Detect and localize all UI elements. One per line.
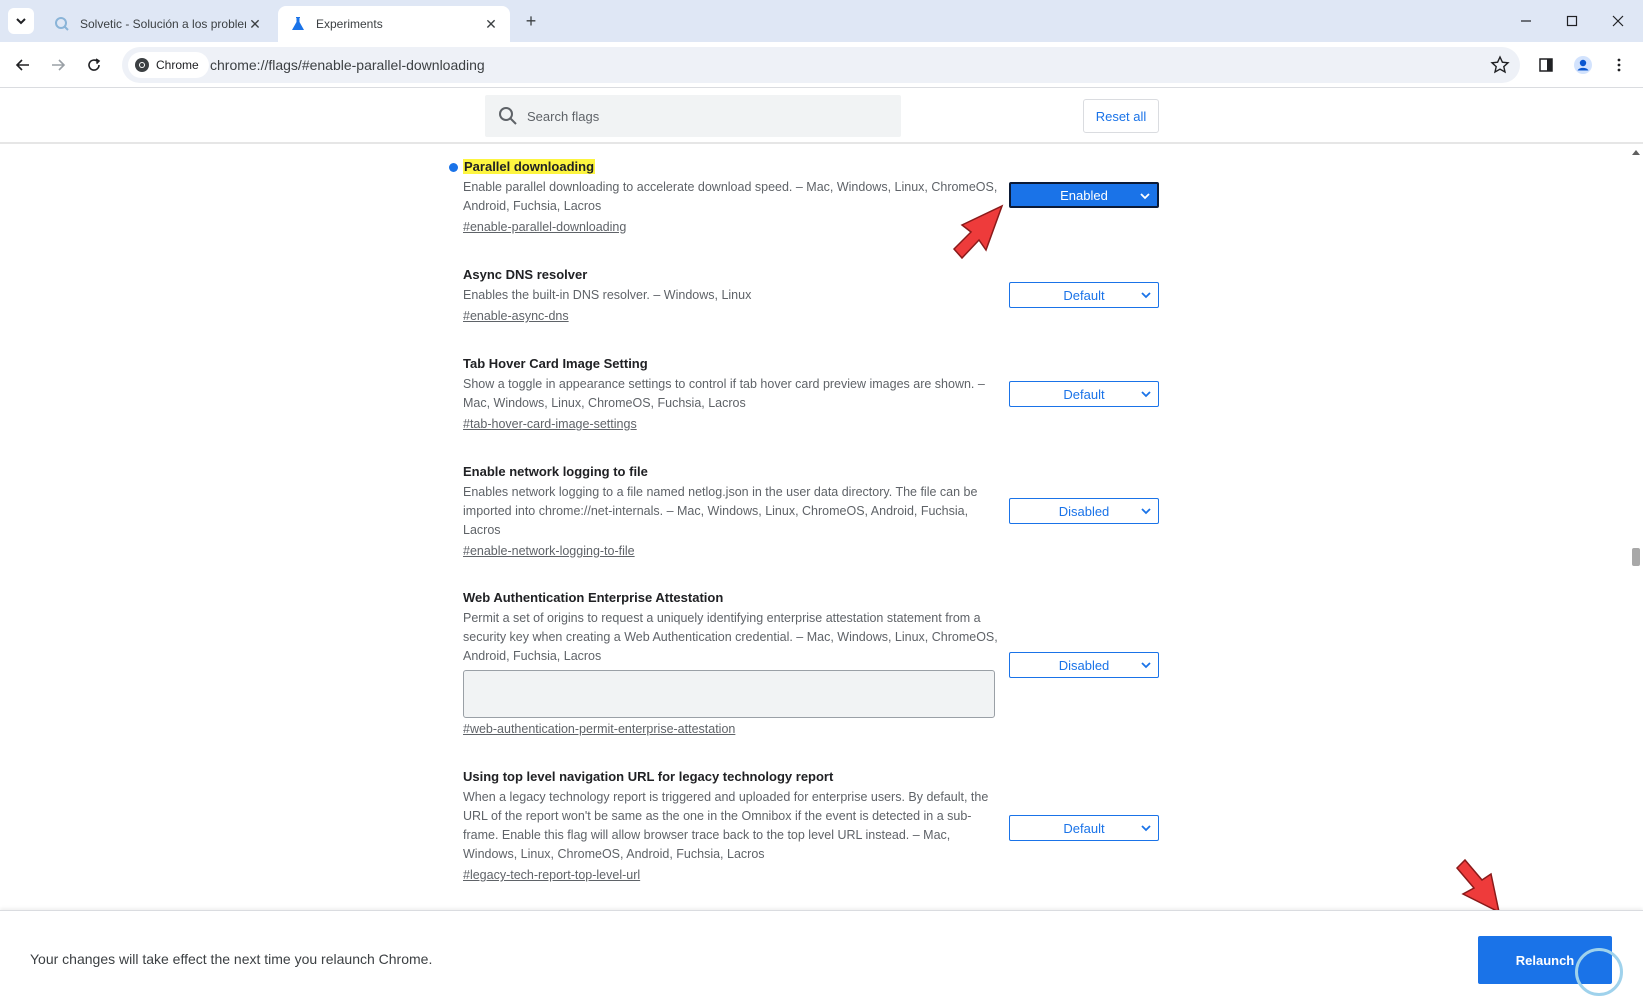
flag-select-legacy-tech-report[interactable]: Default <box>1009 815 1159 841</box>
flag-description: Enables network logging to a file named … <box>463 485 978 537</box>
flag-title: Web Authentication Enterprise Attestatio… <box>463 590 724 605</box>
maximize-icon <box>1566 15 1578 27</box>
select-value: Default <box>1063 386 1105 402</box>
flag-select-tab-hover-card[interactable]: Default <box>1009 381 1159 407</box>
back-arrow-icon <box>15 59 29 71</box>
flag-select-async-dns[interactable]: Default <box>1009 282 1159 308</box>
flag-description: When a legacy technology report is trigg… <box>463 790 989 861</box>
flag-select-parallel-downloading[interactable]: Enabled <box>1009 182 1159 208</box>
modified-indicator <box>449 163 458 172</box>
flag-title: Enable network logging to file <box>463 464 648 479</box>
reload-button[interactable] <box>79 50 109 80</box>
select-value: Default <box>1063 287 1105 303</box>
tab-strip: Solvetic - Solución a los problem ✕ Expe… <box>0 0 1643 42</box>
chevron-down-icon <box>1141 391 1151 398</box>
chevron-down-icon <box>1141 508 1151 515</box>
watermark-logo-icon <box>1575 948 1623 996</box>
new-tab-button[interactable]: + <box>520 10 542 32</box>
tab-solvetic[interactable]: Solvetic - Solución a los problem ✕ <box>42 6 274 42</box>
browser-toolbar: Chrome chrome://flags/#enable-parallel-d… <box>0 42 1643 88</box>
side-panel-icon <box>1539 58 1553 72</box>
url-text[interactable]: chrome://flags/#enable-parallel-download… <box>210 57 485 73</box>
site-info-chip[interactable]: Chrome <box>128 52 209 78</box>
chrome-logo-icon <box>135 58 149 72</box>
flag-description: Enables the built-in DNS resolver. – Win… <box>463 288 752 302</box>
chevron-down-icon <box>1141 292 1151 299</box>
flag-permalink[interactable]: #enable-network-logging-to-file <box>463 542 635 561</box>
flag-title: Tab Hover Card Image Setting <box>463 356 648 371</box>
flask-icon <box>290 16 306 32</box>
avatar-icon <box>1574 56 1592 74</box>
tab-search-button[interactable] <box>8 8 34 34</box>
reload-icon <box>88 58 101 71</box>
annotation-arrow-icon <box>1455 858 1501 914</box>
flag-select-webauthn-attestation[interactable]: Disabled <box>1009 652 1159 678</box>
back-button[interactable] <box>8 50 38 80</box>
relaunch-footer: Your changes will take effect the next t… <box>0 910 1643 1007</box>
chevron-down-icon <box>16 18 26 25</box>
more-vertical-icon <box>1617 58 1621 72</box>
flag-permalink[interactable]: #enable-async-dns <box>463 307 569 326</box>
flag-description: Enable parallel downloading to accelerat… <box>463 180 998 213</box>
forward-arrow-icon <box>52 59 66 71</box>
relaunch-message: Your changes will take effect the next t… <box>30 951 433 967</box>
search-icon <box>499 107 517 125</box>
search-input[interactable] <box>527 108 887 124</box>
bookmark-star-icon[interactable] <box>1490 55 1510 75</box>
select-value: Disabled <box>1058 503 1110 519</box>
select-value: Disabled <box>1058 657 1110 673</box>
tab-title: Solvetic - Solución a los problem <box>80 17 246 31</box>
forward-button[interactable] <box>43 50 73 80</box>
menu-button[interactable] <box>1604 50 1634 80</box>
annotation-arrow-icon <box>952 204 1004 260</box>
tab-title: Experiments <box>316 17 383 31</box>
page-scrollbar[interactable] <box>1628 146 1643 910</box>
profile-button[interactable] <box>1568 50 1598 80</box>
tab-experiments[interactable]: Experiments ✕ <box>278 6 510 42</box>
close-icon[interactable]: ✕ <box>246 15 264 33</box>
flag-permalink[interactable]: #web-authentication-permit-enterprise-at… <box>463 720 735 739</box>
solvetic-favicon-icon <box>54 16 70 32</box>
chip-label: Chrome <box>156 58 199 72</box>
flags-list: Parallel downloading Enable parallel dow… <box>0 146 1628 910</box>
close-window-button[interactable] <box>1595 0 1641 42</box>
flag-title: Using top level navigation URL for legac… <box>463 769 834 784</box>
scroll-up-arrow-icon[interactable] <box>1632 150 1640 155</box>
flag-permalink[interactable]: #tab-hover-card-image-settings <box>463 415 637 434</box>
flag-select-network-logging[interactable]: Disabled <box>1009 498 1159 524</box>
flag-permalink[interactable]: #enable-parallel-downloading <box>463 218 626 237</box>
minimize-icon <box>1521 20 1531 22</box>
flag-description: Permit a set of origins to request a uni… <box>463 611 998 663</box>
close-icon[interactable]: ✕ <box>482 15 500 33</box>
address-bar[interactable]: Chrome chrome://flags/#enable-parallel-d… <box>122 47 1520 83</box>
scrollbar-thumb[interactable] <box>1632 548 1640 566</box>
flags-header: Reset all <box>0 88 1643 144</box>
close-icon <box>1612 15 1624 27</box>
chevron-down-icon <box>1140 193 1150 200</box>
search-box[interactable] <box>485 95 901 137</box>
select-value: Enabled <box>1060 187 1108 203</box>
flag-title: Async DNS resolver <box>463 267 588 282</box>
minimize-button[interactable] <box>1503 0 1549 42</box>
flag-description: Show a toggle in appearance settings to … <box>463 377 985 410</box>
select-value: Default <box>1063 820 1105 836</box>
flag-title: Parallel downloading <box>463 159 596 174</box>
side-panel-button[interactable] <box>1531 50 1561 80</box>
origins-textarea[interactable] <box>463 670 995 718</box>
flag-permalink[interactable]: #legacy-tech-report-top-level-url <box>463 866 640 885</box>
chevron-down-icon <box>1141 662 1151 669</box>
chevron-down-icon <box>1141 825 1151 832</box>
maximize-button[interactable] <box>1549 0 1595 42</box>
reset-all-button[interactable]: Reset all <box>1083 99 1159 133</box>
